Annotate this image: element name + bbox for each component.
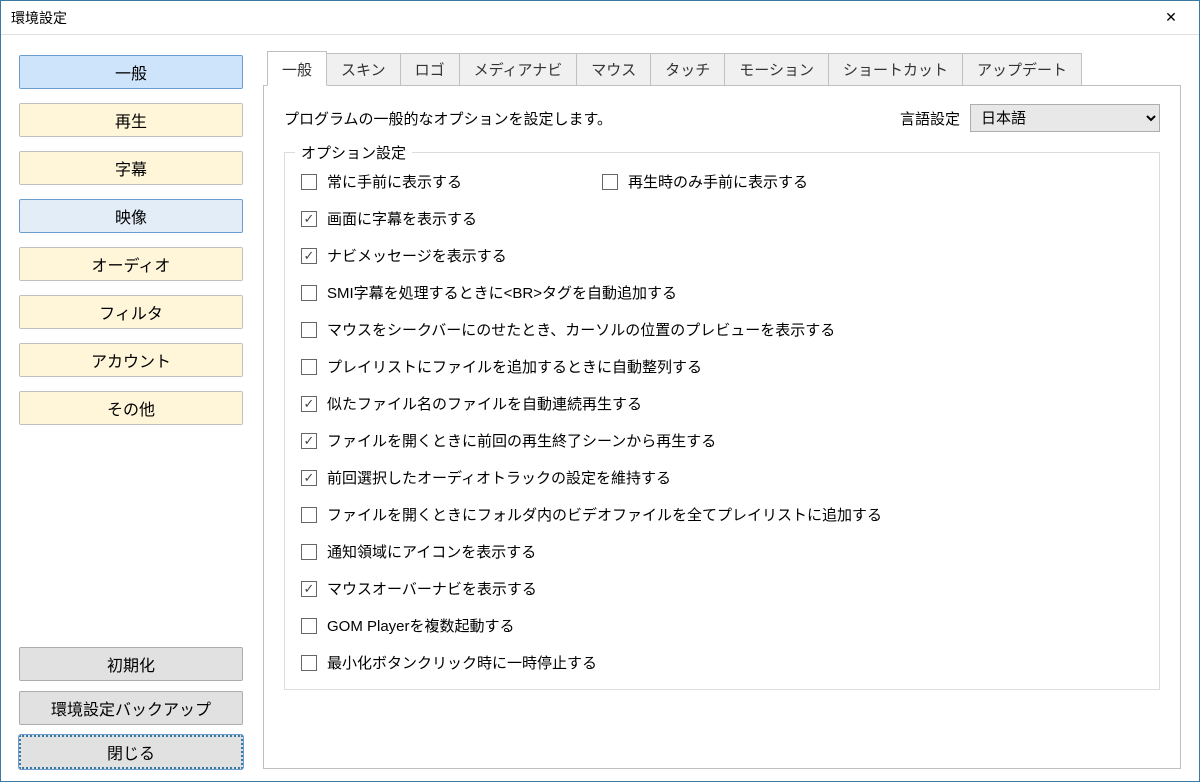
reset-button[interactable]: 初期化 bbox=[19, 647, 243, 681]
option-row-8[interactable]: 前回選択したオーディオトラックの設定を維持する bbox=[301, 467, 1143, 488]
tab-7[interactable]: ショートカット bbox=[828, 53, 963, 85]
option-row-6[interactable]: 似たファイル名のファイルを自動連続再生する bbox=[301, 393, 1143, 414]
option-row-0b[interactable]: 再生時のみ手前に表示する bbox=[602, 171, 808, 192]
option-label-5: プレイリストにファイルを追加するときに自動整列する bbox=[327, 356, 702, 377]
sidebar-item-7[interactable]: その他 bbox=[19, 391, 243, 425]
option-row-2[interactable]: ナビメッセージを表示する bbox=[301, 245, 1143, 266]
checkbox-13[interactable] bbox=[301, 655, 317, 671]
checkbox-10[interactable] bbox=[301, 544, 317, 560]
option-label-12: GOM Playerを複数起動する bbox=[327, 615, 515, 636]
options-list: 常に手前に表示する 再生時のみ手前に表示する画面に字幕を表示するナビメッセージを表… bbox=[301, 171, 1143, 673]
tab-panel-general: プログラムの一般的なオプションを設定します。 言語設定 日本語 オプション設定 … bbox=[263, 85, 1181, 769]
tab-0[interactable]: 一般 bbox=[267, 51, 327, 86]
checkbox-5[interactable] bbox=[301, 359, 317, 375]
option-row-5[interactable]: プレイリストにファイルを追加するときに自動整列する bbox=[301, 356, 1143, 377]
checkbox-8[interactable] bbox=[301, 470, 317, 486]
main-panel: 一般スキンロゴメディアナビマウスタッチモーションショートカットアップデート プロ… bbox=[263, 55, 1181, 769]
window-close-button[interactable]: ✕ bbox=[1151, 4, 1191, 32]
checkbox-7[interactable] bbox=[301, 433, 317, 449]
tab-6[interactable]: モーション bbox=[724, 53, 829, 85]
tab-bar: 一般スキンロゴメディアナビマウスタッチモーションショートカットアップデート bbox=[263, 55, 1181, 85]
option-row-12[interactable]: GOM Playerを複数起動する bbox=[301, 615, 1143, 636]
sidebar-item-2[interactable]: 字幕 bbox=[19, 151, 243, 185]
close-icon: ✕ bbox=[1165, 9, 1177, 26]
sidebar-categories: 一般再生字幕映像オーディオフィルタアカウントその他 bbox=[19, 55, 243, 637]
sidebar-item-4[interactable]: オーディオ bbox=[19, 247, 243, 281]
option-row-7[interactable]: ファイルを開くときに前回の再生終了シーンから再生する bbox=[301, 430, 1143, 451]
sidebar-item-1[interactable]: 再生 bbox=[19, 103, 243, 137]
sidebar-actions: 初期化 環境設定バックアップ 閉じる bbox=[19, 647, 243, 769]
option-row-1[interactable]: 画面に字幕を表示する bbox=[301, 208, 1143, 229]
sidebar-item-3[interactable]: 映像 bbox=[19, 199, 243, 233]
preferences-window: 環境設定 ✕ 一般再生字幕映像オーディオフィルタアカウントその他 初期化 環境設… bbox=[0, 0, 1200, 782]
option-label-4: マウスをシークバーにのせたとき、カーソルの位置のプレビューを表示する bbox=[327, 319, 835, 340]
checkbox-4[interactable] bbox=[301, 322, 317, 338]
option-label-2: ナビメッセージを表示する bbox=[327, 245, 507, 266]
option-row-9[interactable]: ファイルを開くときにフォルダ内のビデオファイルを全てプレイリストに追加する bbox=[301, 504, 1143, 525]
backup-button[interactable]: 環境設定バックアップ bbox=[19, 691, 243, 725]
tab-2[interactable]: ロゴ bbox=[400, 53, 460, 85]
titlebar: 環境設定 ✕ bbox=[1, 1, 1199, 35]
sidebar: 一般再生字幕映像オーディオフィルタアカウントその他 初期化 環境設定バックアップ… bbox=[19, 55, 243, 769]
checkbox-2[interactable] bbox=[301, 248, 317, 264]
option-label-10: 通知領域にアイコンを表示する bbox=[327, 541, 536, 562]
checkbox-11[interactable] bbox=[301, 581, 317, 597]
option-row-13[interactable]: 最小化ボタンクリック時に一時停止する bbox=[301, 652, 1143, 673]
tab-3[interactable]: メディアナビ bbox=[459, 53, 578, 85]
tab-1[interactable]: スキン bbox=[326, 53, 401, 85]
language-row: 言語設定 日本語 bbox=[900, 104, 1160, 132]
option-label-9: ファイルを開くときにフォルダ内のビデオファイルを全てプレイリストに追加する bbox=[327, 504, 882, 525]
option-row-3[interactable]: SMI字幕を処理するときに<BR>タグを自動追加する bbox=[301, 282, 1143, 303]
close-button[interactable]: 閉じる bbox=[19, 735, 243, 769]
options-group: オプション設定 常に手前に表示する再生時のみ手前に表示する画面に字幕を表示するナ… bbox=[284, 152, 1160, 690]
option-label-8: 前回選択したオーディオトラックの設定を維持する bbox=[327, 467, 671, 488]
panel-description: プログラムの一般的なオプションを設定します。 bbox=[284, 108, 612, 129]
group-title: オプション設定 bbox=[295, 142, 412, 163]
option-label-7: ファイルを開くときに前回の再生終了シーンから再生する bbox=[327, 430, 716, 451]
option-row-11[interactable]: マウスオーバーナビを表示する bbox=[301, 578, 1143, 599]
tab-8[interactable]: アップデート bbox=[962, 53, 1082, 85]
checkbox-0a[interactable] bbox=[301, 174, 317, 190]
panel-header: プログラムの一般的なオプションを設定します。 言語設定 日本語 bbox=[284, 104, 1160, 132]
window-title: 環境設定 bbox=[11, 8, 67, 28]
sidebar-item-5[interactable]: フィルタ bbox=[19, 295, 243, 329]
language-label: 言語設定 bbox=[900, 108, 960, 129]
option-pair-0: 常に手前に表示する 再生時のみ手前に表示する bbox=[301, 171, 1143, 192]
option-label-0a: 常に手前に表示する bbox=[327, 171, 462, 192]
option-label-6: 似たファイル名のファイルを自動連続再生する bbox=[327, 393, 642, 414]
option-row-4[interactable]: マウスをシークバーにのせたとき、カーソルの位置のプレビューを表示する bbox=[301, 319, 1143, 340]
sidebar-item-6[interactable]: アカウント bbox=[19, 343, 243, 377]
checkbox-9[interactable] bbox=[301, 507, 317, 523]
option-label-1: 画面に字幕を表示する bbox=[327, 208, 477, 229]
checkbox-6[interactable] bbox=[301, 396, 317, 412]
checkbox-12[interactable] bbox=[301, 618, 317, 634]
tab-4[interactable]: マウス bbox=[576, 53, 651, 85]
checkbox-3[interactable] bbox=[301, 285, 317, 301]
option-label-11: マウスオーバーナビを表示する bbox=[327, 578, 537, 599]
sidebar-item-0[interactable]: 一般 bbox=[19, 55, 243, 89]
checkbox-1[interactable] bbox=[301, 211, 317, 227]
option-label-3: SMI字幕を処理するときに<BR>タグを自動追加する bbox=[327, 282, 677, 303]
content: 一般再生字幕映像オーディオフィルタアカウントその他 初期化 環境設定バックアップ… bbox=[1, 35, 1199, 781]
tab-5[interactable]: タッチ bbox=[650, 53, 725, 85]
option-row-0a[interactable]: 常に手前に表示する bbox=[301, 171, 462, 192]
checkbox-0b[interactable] bbox=[602, 174, 618, 190]
option-label-0b: 再生時のみ手前に表示する bbox=[628, 171, 808, 192]
language-select[interactable]: 日本語 bbox=[970, 104, 1160, 132]
option-label-13: 最小化ボタンクリック時に一時停止する bbox=[327, 652, 597, 673]
option-row-10[interactable]: 通知領域にアイコンを表示する bbox=[301, 541, 1143, 562]
